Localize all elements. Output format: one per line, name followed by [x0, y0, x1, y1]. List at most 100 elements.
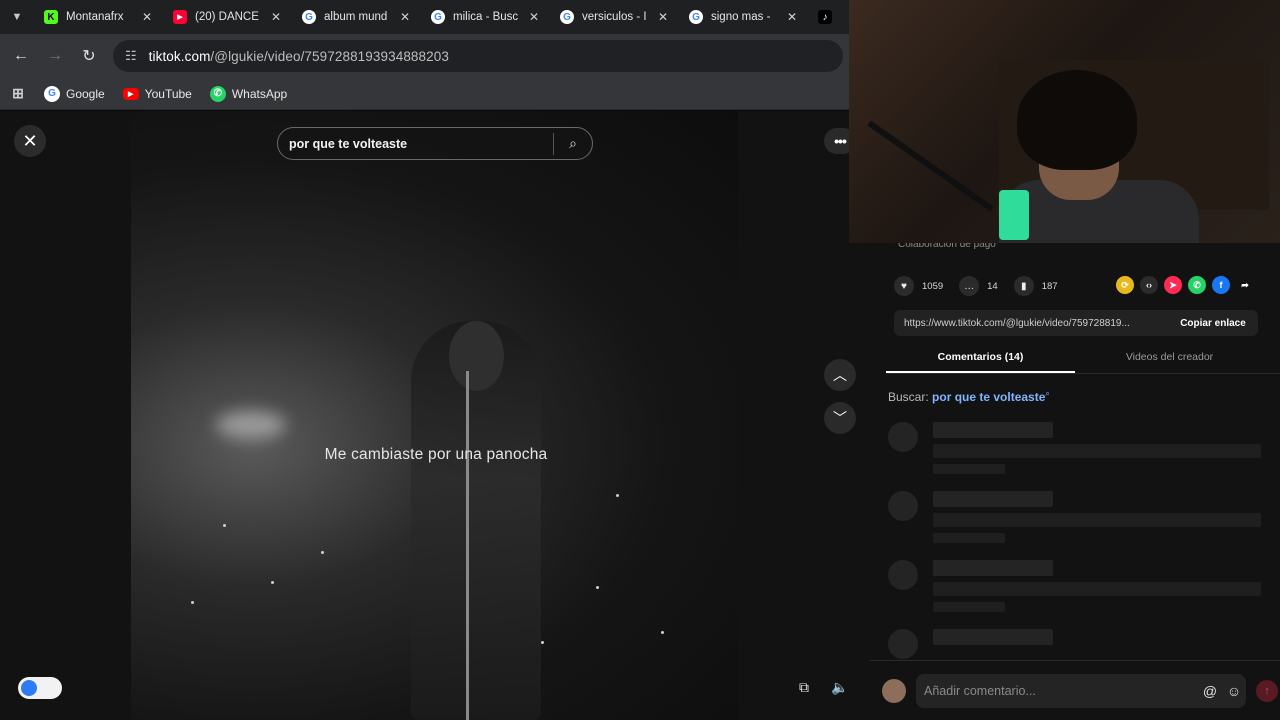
address-bar[interactable]: ☷ tiktok.com/@lgukie/video/7597288193934… — [113, 40, 843, 72]
browser-tab[interactable]: G versiculos - I ✕ — [550, 0, 679, 34]
reload-icon[interactable]: ↻ — [72, 39, 106, 73]
avatar — [882, 678, 906, 703]
comment-skeleton — [888, 422, 1268, 482]
forward-arrow-icon[interactable]: → — [38, 39, 72, 73]
bookmark-label: YouTube — [144, 86, 192, 101]
tab-search-chevron-icon[interactable]: ▼ — [0, 0, 34, 34]
bookmark-icon: ▮ — [1013, 276, 1034, 296]
emoji-icon[interactable]: ☺ — [1222, 683, 1246, 699]
sparkle — [321, 551, 324, 554]
tab-title: milica - Busc — [453, 11, 518, 23]
tab-title: (20) DANCE — [195, 11, 259, 23]
heart-icon: ♥ — [894, 276, 914, 296]
google-icon: G — [431, 10, 445, 24]
site-info-icon[interactable]: ☷ — [125, 48, 137, 64]
video-caption: Me cambiaste por una panocha — [324, 446, 548, 463]
video-player[interactable]: Me cambiaste por una panocha — [131, 111, 738, 720]
post-comment-button[interactable]: ↑ — [1256, 679, 1278, 702]
google-icon: G — [560, 10, 574, 24]
bookmark-youtube[interactable]: ▶ YouTube — [122, 86, 192, 101]
save-button[interactable]: ▮ 187 — [1013, 276, 1058, 296]
bookmarks-bar: ⊞ G Google ▶ YouTube ✆ WhatsApp — [0, 78, 849, 110]
browser-tab[interactable]: G album mund ✕ — [292, 0, 421, 34]
comment-skeleton — [888, 560, 1268, 620]
google-icon: G — [302, 10, 316, 24]
share-link-box: https://www.tiktok.com/@lgukie/video/759… — [894, 310, 1258, 336]
repost-icon[interactable]: ⟳ — [1116, 276, 1134, 294]
search-icon: ⌕ — [1045, 389, 1050, 398]
comment-skeleton — [888, 491, 1268, 551]
mic-stand — [466, 371, 469, 720]
arrow-up-icon: ↑ — [1264, 684, 1270, 697]
next-video-chevron-down-icon[interactable]: ﹀ — [824, 402, 856, 434]
tab-comments[interactable]: Comentarios (14) — [886, 344, 1075, 373]
comment-input[interactable]: Añadir comentario... @ ☺ — [916, 673, 1246, 708]
tab-creator-videos[interactable]: Videos del creador — [1075, 344, 1264, 373]
comment-placeholder: Añadir comentario... — [924, 683, 1036, 698]
tab-close-icon[interactable]: ✕ — [526, 10, 542, 24]
engagement-stats: ♥ 1059 … 14 ▮ 187 — [894, 276, 1064, 296]
more-share-arrow-icon[interactable]: ➦ — [1236, 276, 1254, 294]
volume-icon[interactable]: 🔈 — [827, 674, 853, 700]
tiktok-icon: ♪ — [818, 10, 832, 24]
search-input[interactable]: por que te volteaste — [289, 137, 553, 151]
comment-search-line: Buscar: por que te volteaste⌕ — [888, 389, 1050, 404]
search-icon[interactable]: ⌕ — [554, 135, 592, 152]
address-url[interactable]: tiktok.com/@lgukie/video/759728819393488… — [149, 49, 449, 64]
facebook-share-icon[interactable]: f — [1212, 276, 1230, 294]
url-domain: tiktok.com — [148, 48, 211, 64]
browser-tab[interactable]: G milica - Busc ✕ — [421, 0, 550, 34]
share-link-text[interactable]: https://www.tiktok.com/@lgukie/video/759… — [904, 318, 1168, 329]
green-cup — [999, 190, 1029, 240]
comment-composer: Añadir comentario... @ ☺ ↑ — [870, 660, 1280, 720]
webcam-overlay — [849, 0, 1280, 243]
stage-light — [216, 411, 286, 439]
sparkle — [271, 581, 274, 584]
embed-code-icon[interactable]: ‹› — [1140, 276, 1158, 294]
browser-toolbar: ← → ↻ ☷ tiktok.com/@lgukie/video/7597288… — [0, 34, 849, 78]
like-count: 1059 — [922, 280, 944, 292]
bookmark-label: Google — [66, 86, 105, 101]
autoscroll-toggle[interactable] — [18, 677, 62, 699]
browser-tab[interactable]: K Montanafrx ✕ — [34, 0, 163, 34]
apps-button[interactable]: ⊞ — [10, 85, 26, 102]
copy-link-button[interactable]: Copiar enlace — [1168, 318, 1258, 329]
youtube-icon: ▶ — [173, 10, 187, 24]
whatsapp-icon: ✆ — [209, 85, 226, 102]
singer-head — [449, 321, 504, 391]
sparkle — [191, 601, 194, 604]
bookmark-google[interactable]: G Google — [44, 85, 105, 102]
google-icon: G — [44, 85, 60, 102]
comment-button[interactable]: … 14 — [959, 276, 998, 296]
tab-close-icon[interactable]: ✕ — [397, 10, 413, 24]
previous-video-chevron-up-icon[interactable]: ︿ — [824, 359, 856, 391]
like-button[interactable]: ♥ 1059 — [894, 276, 943, 296]
floating-player-icon[interactable]: ⧉ — [791, 674, 817, 700]
comment-count: 14 — [987, 280, 998, 292]
browser-tabstrip: ▼ K Montanafrx ✕ ▶ (20) DANCE ✕ G album … — [0, 0, 849, 34]
comment-icon: … — [959, 276, 980, 296]
browser-tab[interactable]: G signo mas - ✕ — [679, 0, 808, 34]
video-viewer: ✕ Me cambiaste por una panocha por que t… — [0, 111, 870, 720]
google-icon: G — [689, 10, 703, 24]
whatsapp-share-icon[interactable]: ✆ — [1188, 276, 1206, 294]
search-term-link[interactable]: por que te volteaste — [932, 390, 1045, 404]
bookmark-whatsapp[interactable]: ✆ WhatsApp — [209, 85, 287, 102]
tab-close-icon[interactable]: ✕ — [784, 10, 800, 24]
apps-grid-icon: ⊞ — [12, 85, 24, 101]
back-arrow-icon[interactable]: ← — [4, 39, 38, 73]
tab-close-icon[interactable]: ✕ — [268, 10, 284, 24]
send-to-friends-icon[interactable]: ➤ — [1164, 276, 1182, 294]
video-search-bar[interactable]: por que te volteaste ⌕ — [277, 127, 593, 160]
mention-icon[interactable]: @ — [1198, 683, 1222, 699]
sparkle — [661, 631, 664, 634]
tab-close-icon[interactable]: ✕ — [655, 10, 671, 24]
save-count: 187 — [1041, 280, 1058, 292]
kick-icon: K — [44, 10, 58, 24]
tab-close-icon[interactable]: ✕ — [139, 10, 155, 24]
browser-tab-active[interactable]: ♪ — [808, 0, 838, 34]
close-icon: ✕ — [22, 130, 38, 151]
browser-tab[interactable]: ▶ (20) DANCE ✕ — [163, 0, 292, 34]
close-viewer-button[interactable]: ✕ — [14, 125, 46, 157]
search-prefix: Buscar: — [888, 390, 929, 404]
